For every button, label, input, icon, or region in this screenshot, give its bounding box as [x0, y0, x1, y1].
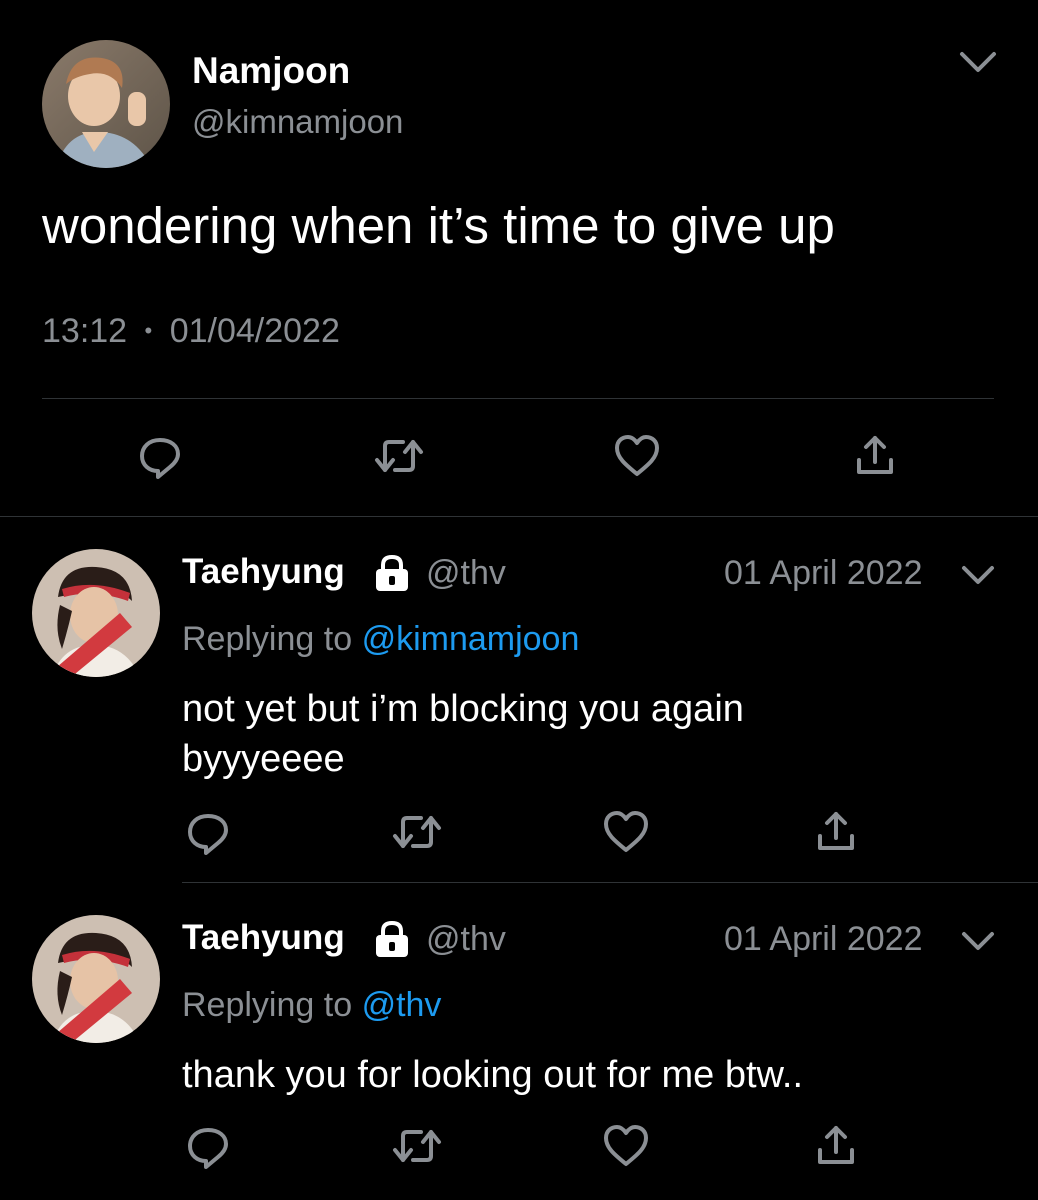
- replying-to-label: Replying to: [182, 986, 353, 1024]
- tweet-text: wondering when it’s time to give up: [42, 197, 835, 254]
- retweet-button[interactable]: [371, 428, 427, 484]
- timestamp-separator: •: [144, 318, 153, 343]
- reply-date[interactable]: 01 April 2022: [724, 920, 923, 959]
- reply-button[interactable]: [180, 804, 236, 860]
- like-button[interactable]: [598, 1118, 654, 1174]
- share-button[interactable]: [847, 428, 903, 484]
- replying-to-label: Replying to: [182, 620, 353, 658]
- share-icon: [857, 436, 893, 474]
- reply-button[interactable]: [180, 1118, 236, 1174]
- avatar-taehyung[interactable]: [32, 549, 160, 677]
- tweet-timestamp: 13:12 • 01/04/2022: [42, 312, 340, 351]
- share-icon: [818, 1126, 854, 1164]
- display-name[interactable]: Taehyung: [182, 552, 345, 592]
- lock-icon: [372, 553, 412, 593]
- retweet-button[interactable]: [389, 1118, 445, 1174]
- share-icon: [818, 812, 854, 850]
- avatar-namjoon[interactable]: [42, 40, 170, 168]
- retweet-icon: [393, 816, 441, 848]
- tweet-date: 01/04/2022: [169, 312, 340, 350]
- display-name[interactable]: Namjoon: [192, 50, 350, 92]
- reply-text-line-2: byyyeeee: [182, 738, 345, 780]
- display-name[interactable]: Taehyung: [182, 918, 345, 958]
- chevron-down-icon[interactable]: [956, 44, 1000, 80]
- user-handle[interactable]: @thv: [426, 920, 506, 959]
- reply-date[interactable]: 01 April 2022: [724, 554, 923, 593]
- like-button[interactable]: [598, 804, 654, 860]
- replying-to-handle[interactable]: @thv: [362, 986, 442, 1024]
- divider: [42, 398, 994, 399]
- chevron-down-icon[interactable]: [956, 560, 1000, 590]
- chevron-down-icon[interactable]: [956, 926, 1000, 956]
- lock-icon: [372, 919, 412, 959]
- reply-icon: [188, 814, 228, 855]
- heart-icon: [604, 811, 648, 852]
- section-divider: [0, 516, 1038, 517]
- reply-text-line-1: not yet but i’m blocking you again: [182, 688, 744, 730]
- replying-to: Replying to @thv: [182, 986, 441, 1025]
- reply-icon: [140, 438, 180, 479]
- user-handle[interactable]: @thv: [426, 554, 506, 593]
- retweet-icon: [393, 1130, 441, 1162]
- heart-icon: [615, 435, 659, 476]
- avatar-taehyung[interactable]: [32, 915, 160, 1043]
- retweet-icon: [375, 440, 423, 472]
- reply-button[interactable]: [132, 428, 188, 484]
- share-button[interactable]: [808, 1118, 864, 1174]
- reply-text-line-1: thank you for looking out for me btw..: [182, 1054, 804, 1096]
- user-handle[interactable]: @kimnamjoon: [192, 103, 403, 141]
- replying-to-handle[interactable]: @kimnamjoon: [362, 620, 580, 658]
- reply-divider: [182, 882, 1038, 883]
- retweet-button[interactable]: [389, 804, 445, 860]
- share-button[interactable]: [808, 804, 864, 860]
- reply-icon: [188, 1128, 228, 1169]
- tweet-time: 13:12: [42, 312, 128, 350]
- replying-to: Replying to @kimnamjoon: [182, 620, 579, 659]
- like-button[interactable]: [609, 428, 665, 484]
- heart-icon: [604, 1125, 648, 1166]
